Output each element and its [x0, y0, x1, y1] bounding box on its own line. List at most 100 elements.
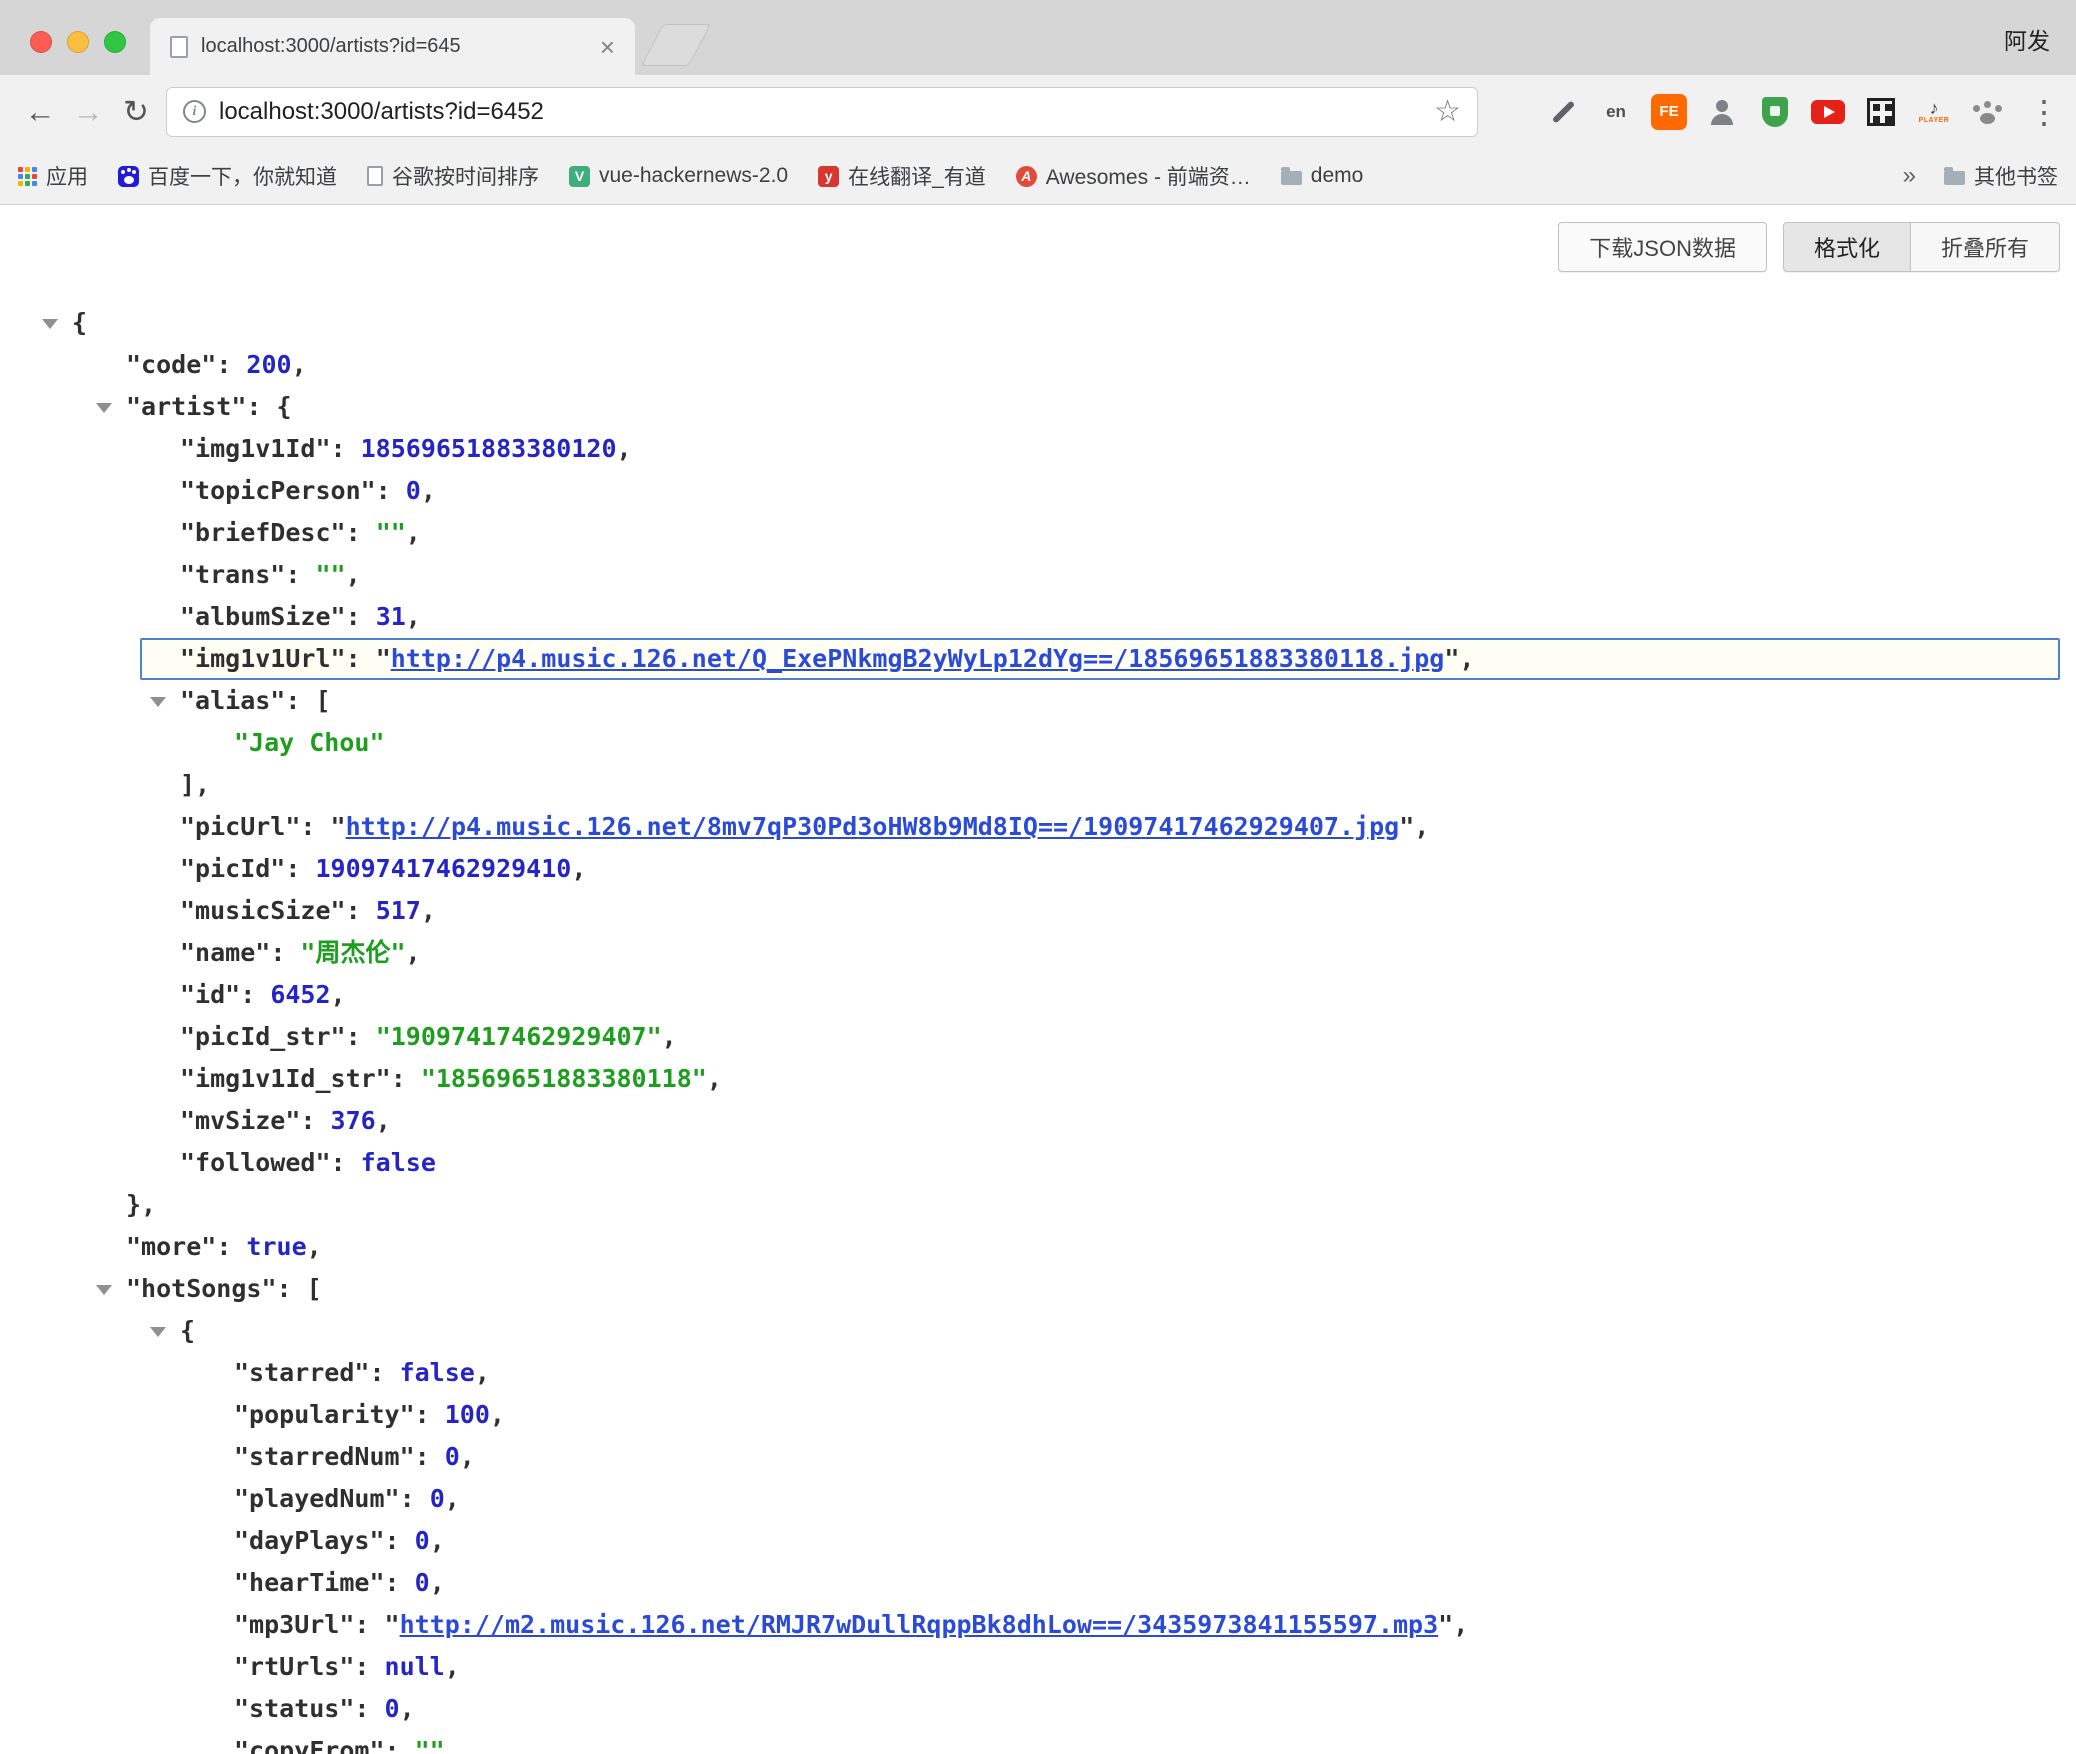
json-line: "Jay Chou": [0, 722, 2076, 764]
menu-icon[interactable]: ⋮: [2028, 96, 2060, 128]
reload-icon[interactable]: ↻: [112, 96, 160, 127]
forward-icon: →: [64, 96, 112, 127]
bookmarks-overflow-chevron-icon[interactable]: »: [1903, 162, 1916, 190]
json-token: :: [216, 1232, 246, 1261]
json-url-link[interactable]: http://p4.music.126.net/8mv7qP30Pd3oHW8b…: [346, 812, 1400, 841]
paw-extension-icon[interactable]: [1969, 94, 2005, 130]
collapse-toggle-icon[interactable]: [96, 1285, 112, 1295]
json-token: "hotSongs": [126, 1274, 277, 1303]
en-label: en: [1606, 102, 1626, 122]
new-tab-button[interactable]: [641, 24, 711, 66]
json-token: :: [400, 1484, 430, 1513]
json-token: "code": [126, 350, 216, 379]
collapse-toggle-icon[interactable]: [96, 403, 112, 413]
json-line: "followed": false: [0, 1142, 2076, 1184]
json-line-highlighted: "img1v1Url": "http://p4.music.126.net/Q_…: [140, 638, 2060, 680]
shield-icon: [1762, 97, 1788, 127]
bookmark-baidu[interactable]: 百度一下，你就知道: [118, 161, 337, 191]
window-minimize-icon[interactable]: [67, 31, 89, 53]
json-token: "": [376, 518, 406, 547]
bookmark-google-sort[interactable]: 谷歌按时间排序: [367, 161, 539, 191]
bookmark-star-icon[interactable]: ☆: [1434, 97, 1461, 127]
json-line: {: [0, 1310, 2076, 1352]
window-zoom-icon[interactable]: [104, 31, 126, 53]
person-extension-icon[interactable]: [1704, 94, 1740, 130]
json-token: 376: [331, 1106, 376, 1135]
bookmark-demo-folder[interactable]: demo: [1281, 164, 1364, 188]
player-extension-icon[interactable]: ♪ PLAYER: [1916, 94, 1952, 130]
info-glyph: i: [193, 104, 197, 120]
json-token: 31: [376, 602, 406, 631]
qrcode-extension-icon[interactable]: [1863, 94, 1899, 130]
json-token: :: [285, 854, 315, 883]
url-text[interactable]: localhost:3000/artists?id=6452: [219, 98, 544, 126]
collapse-toggle-icon[interactable]: [150, 697, 166, 707]
json-token: ,: [707, 1064, 722, 1093]
address-bar[interactable]: i localhost:3000/artists?id=6452 ☆: [166, 87, 1478, 137]
green-shield-extension-icon[interactable]: [1757, 94, 1793, 130]
json-token: 0: [445, 1442, 460, 1471]
bookmark-awesomes[interactable]: A Awesomes - 前端资…: [1016, 161, 1251, 191]
bookmark-label: vue-hackernews-2.0: [599, 164, 788, 188]
json-token: "more": [126, 1232, 216, 1261]
pen-extension-icon[interactable]: [1545, 94, 1581, 130]
json-token: "starred": [234, 1358, 369, 1387]
tab-close-icon[interactable]: ×: [600, 34, 615, 60]
json-token: :: [369, 1358, 399, 1387]
json-token: "18569651883380118": [421, 1064, 707, 1093]
fehelper-extension-icon[interactable]: FE: [1651, 94, 1687, 130]
json-token: ,: [460, 1442, 475, 1471]
json-token: ,: [445, 1736, 460, 1754]
other-bookmarks-folder[interactable]: 其他书签: [1944, 161, 2058, 191]
json-token: ,: [430, 1568, 445, 1597]
back-icon[interactable]: ←: [16, 96, 64, 127]
json-token: "followed": [180, 1148, 331, 1177]
json-token: ,: [1459, 644, 1474, 673]
json-line: "briefDesc": "",: [0, 512, 2076, 554]
page-info-icon[interactable]: i: [183, 100, 206, 123]
bookmark-apps[interactable]: 应用: [18, 161, 88, 191]
json-line: "hotSongs": [: [0, 1268, 2076, 1310]
profile-name[interactable]: 阿发: [2004, 22, 2050, 56]
bookmark-vue-hackernews[interactable]: V vue-hackernews-2.0: [569, 164, 788, 188]
bookmark-label: 谷歌按时间排序: [392, 161, 539, 191]
collapse-all-button[interactable]: 折叠所有: [1910, 222, 2060, 272]
bookmark-youdao-translate[interactable]: y 在线翻译_有道: [818, 161, 986, 191]
download-json-button[interactable]: 下载JSON数据: [1558, 222, 1767, 272]
pen-icon: [1551, 100, 1574, 123]
json-token: :: [300, 1106, 330, 1135]
json-token: :: [354, 1694, 384, 1723]
json-token: ,: [406, 602, 421, 631]
json-line: "trans": "",: [0, 554, 2076, 596]
json-token: 100: [445, 1400, 490, 1429]
json-token: :: [331, 434, 361, 463]
json-line: },: [0, 1184, 2076, 1226]
json-token: "picId_str": [180, 1022, 346, 1051]
format-button[interactable]: 格式化: [1783, 222, 1911, 272]
json-token: 517: [376, 896, 421, 925]
tab-strip: localhost:3000/artists?id=645 × 阿发: [0, 0, 2076, 75]
json-line: "picId_str": "19097417462929407",: [0, 1016, 2076, 1058]
window-close-icon[interactable]: [30, 31, 52, 53]
window-controls: [30, 31, 126, 53]
json-token: "status": [234, 1694, 354, 1723]
collapse-toggle-icon[interactable]: [42, 319, 58, 329]
collapse-toggle-icon[interactable]: [150, 1327, 166, 1337]
json-token: "musicSize": [180, 896, 346, 925]
extensions-row: en FE ♪ PLAYER ⋮: [1545, 94, 2060, 130]
youdao-icon: y: [818, 166, 839, 187]
translate-en-extension-icon[interactable]: en: [1598, 94, 1634, 130]
fe-label: FE: [1659, 103, 1678, 120]
json-url-link[interactable]: http://m2.music.126.net/RMJR7wDullRqppBk…: [400, 1610, 1439, 1639]
json-token: ,: [430, 1526, 445, 1555]
json-token: ": [376, 644, 391, 673]
youtube-extension-icon[interactable]: [1810, 94, 1846, 130]
json-token: {: [72, 308, 87, 337]
json-token: "artist": [126, 392, 246, 421]
json-token: "img1v1Id_str": [180, 1064, 391, 1093]
json-token: null: [385, 1652, 445, 1681]
json-token: :: [354, 1652, 384, 1681]
browser-tab[interactable]: localhost:3000/artists?id=645 ×: [150, 18, 635, 75]
bookmark-label: demo: [1311, 164, 1364, 188]
json-url-link[interactable]: http://p4.music.126.net/Q_ExePNkmgB2yWyL…: [391, 644, 1445, 673]
